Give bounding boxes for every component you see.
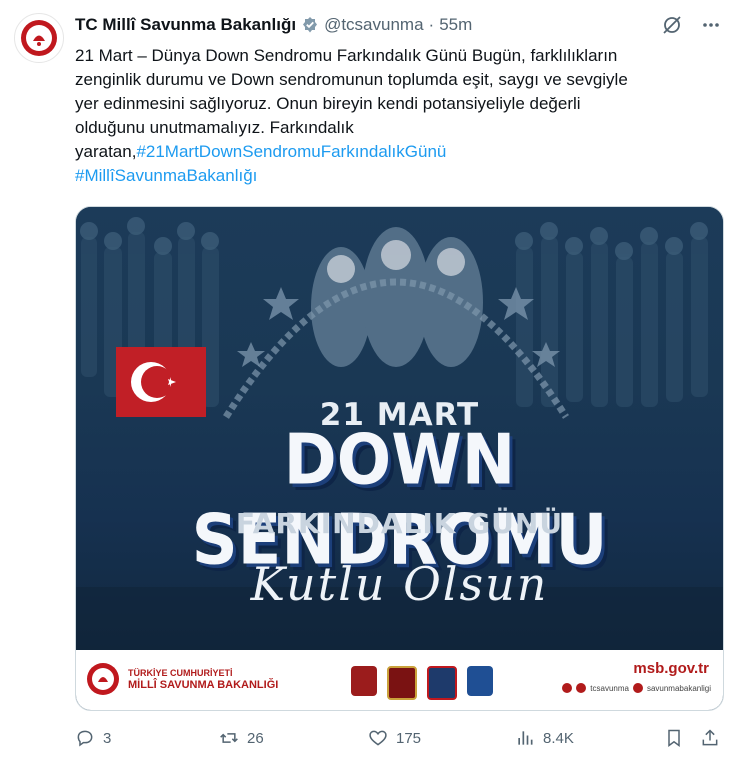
like-count: 175 (396, 729, 422, 747)
share-button[interactable] (700, 728, 720, 748)
general-staff-emblem-icon (387, 666, 417, 700)
reply-icon (77, 730, 93, 747)
website-text: msb.gov.tr (633, 660, 709, 677)
tweet-actions: 3 26 175 8.4K (75, 727, 725, 749)
tweet-text-line: 21 Mart – Dünya Down Sendromu Farkındalı… (75, 46, 618, 65)
x-icon (562, 683, 573, 693)
naval-forces-emblem-icon (427, 666, 457, 700)
social-links: tcsavunma savunmabakanligi (562, 683, 711, 693)
repost-button[interactable]: 26 (219, 728, 264, 748)
views-button[interactable]: 8.4K (515, 728, 574, 748)
author-name[interactable]: TC Millî Savunma Bakanlığı (75, 15, 296, 35)
reply-button[interactable]: 3 (75, 728, 111, 748)
media-greeting-text: Kutlu Olsun (250, 557, 549, 611)
views-icon (518, 731, 533, 745)
like-button[interactable]: 175 (368, 728, 421, 748)
author-handle[interactable]: @tcsavunma (324, 15, 423, 35)
tweet-text-prefix: yaratan, (75, 142, 137, 161)
tweet-media-image[interactable]: 21 MART DOWN SENDROMU FARKINDALIK GÜNÜ K… (75, 206, 724, 711)
air-forces-emblem-icon (467, 666, 493, 696)
msb-logo-icon (87, 663, 119, 695)
social-handle: tcsavunma (590, 683, 629, 693)
hashtag-link[interactable]: #MillîSavunmaBakanlığı (75, 166, 257, 185)
service-emblems (351, 666, 493, 700)
verified-badge-icon[interactable] (301, 16, 319, 34)
tweet-text-line: olduğunu unutmamalıyız. Farkındalık (75, 118, 354, 137)
tweet-text-line: zenginlik durumu ve Down sendromunun top… (75, 70, 628, 89)
bookmark-icon (668, 729, 680, 747)
msb-logo-icon (21, 20, 57, 56)
bookmark-button[interactable] (664, 728, 684, 748)
repost-count: 26 (247, 729, 264, 747)
more-icon[interactable] (701, 15, 721, 40)
land-forces-emblem-icon (351, 666, 377, 696)
tweet-text-line: yer edinmesini sağlıyoruz. Onun bireyin … (75, 94, 581, 113)
social-handle: savunmabakanligi (646, 683, 711, 693)
reply-count: 3 (103, 729, 112, 747)
grok-icon[interactable] (661, 14, 683, 41)
org-name-line1: TÜRKİYE CUMHURİYETİ (128, 668, 233, 678)
tweet-text: 21 Mart – Dünya Down Sendromu Farkındalı… (75, 44, 725, 188)
instagram-icon (632, 683, 643, 693)
media-subtitle-text: FARKINDALIK GÜNÜ (235, 507, 564, 540)
tweet-header: TC Millî Savunma Bakanlığı @tcsavunma · … (75, 14, 472, 36)
org-name-line2: MİLLÎ SAVUNMA BAKANLIĞI (128, 679, 279, 691)
media-footer: TÜRKİYE CUMHURİYETİ MİLLÎ SAVUNMA BAKANL… (76, 650, 723, 710)
tweet-time[interactable]: 55m (439, 15, 472, 35)
separator: · (428, 15, 435, 34)
facebook-icon (576, 683, 587, 693)
hashtag-link[interactable]: #21MartDownSendromuFarkındalıkGünü (136, 142, 446, 161)
like-icon (369, 730, 387, 746)
media-background: 21 MART DOWN SENDROMU FARKINDALIK GÜNÜ K… (76, 207, 723, 650)
repost-icon (220, 733, 238, 743)
avatar[interactable] (14, 13, 64, 63)
share-icon (702, 729, 718, 746)
views-count: 8.4K (543, 729, 574, 747)
